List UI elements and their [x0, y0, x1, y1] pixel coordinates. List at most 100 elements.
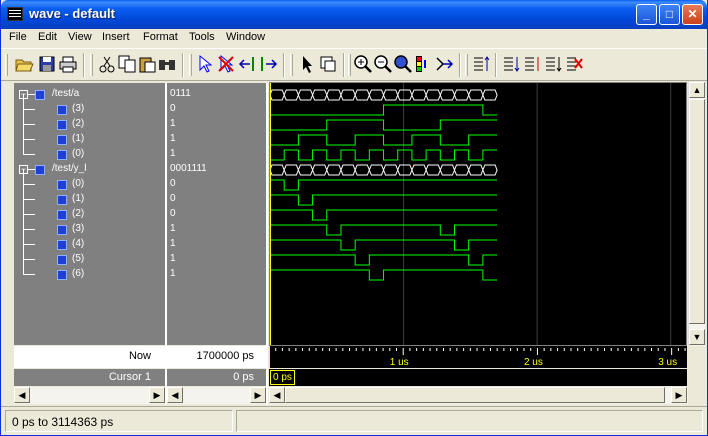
- zoom-range-icon[interactable]: [413, 54, 433, 74]
- toolbar-grip[interactable]: [465, 54, 468, 76]
- signal-name: (3): [72, 223, 85, 234]
- values-hscrollbar[interactable]: ◀ ▶: [167, 387, 266, 404]
- signal-names-pane[interactable]: −/test/a(3)(2)(1)(0)−/test/y_l(0)(1)(2)(…: [14, 83, 165, 345]
- menu-format[interactable]: Format: [143, 31, 178, 43]
- cursor-label: Cursor 1: [108, 371, 151, 383]
- time-ruler[interactable]: 1 us 2 us 3 us: [268, 346, 687, 368]
- names-hscrollbar[interactable]: ◀ ▶: [14, 387, 165, 404]
- minimize-button[interactable]: _: [636, 4, 657, 25]
- menu-view[interactable]: View: [68, 31, 92, 43]
- signal-name: /test/y_l: [52, 163, 87, 174]
- find-edge-icon[interactable]: [543, 54, 563, 74]
- values-scroll-left-button[interactable]: ◀: [167, 387, 183, 403]
- signal-value: 0001111: [170, 163, 207, 174]
- toolbar-grip[interactable]: [290, 54, 293, 76]
- bit-waveform: [270, 119, 498, 131]
- bit-waveform: [270, 134, 498, 146]
- arrow-left-icon: ◀: [273, 390, 281, 400]
- bit-signal-icon: [57, 180, 67, 190]
- wave-scroll-thumb[interactable]: [285, 387, 665, 403]
- pointer-icon[interactable]: [297, 54, 317, 74]
- delete-wave-icon[interactable]: [216, 54, 236, 74]
- signal-row[interactable]: −/test/y_l: [14, 162, 165, 177]
- bit-signal-icon: [57, 195, 67, 205]
- menu-file[interactable]: File: [9, 31, 27, 43]
- app-window: wave - default _ □ ✕ File Edit View Inse…: [0, 0, 708, 436]
- signal-values-pane[interactable]: 0111 0 1 1 1 0001111 0 0 0 1 1 1 1: [167, 83, 266, 345]
- toolbar-separator: [283, 53, 285, 77]
- scroll-up-button[interactable]: ▲: [689, 82, 705, 98]
- maximize-button[interactable]: □: [659, 4, 680, 25]
- signal-row[interactable]: (1): [14, 124, 165, 147]
- cursor-tag[interactable]: 0 ps: [270, 370, 295, 385]
- signal-row[interactable]: (3): [14, 94, 165, 117]
- toolbar-grip[interactable]: [90, 54, 93, 76]
- prev-edge-icon[interactable]: [501, 54, 521, 74]
- close-button[interactable]: ✕: [682, 4, 703, 25]
- open-folder-icon[interactable]: [14, 54, 34, 74]
- signal-row[interactable]: (1): [14, 184, 165, 207]
- zoom-full-icon[interactable]: [393, 54, 413, 74]
- scroll-thumb[interactable]: [689, 99, 705, 324]
- delete-cursor-icon[interactable]: [258, 54, 278, 74]
- menu-tools[interactable]: Tools: [189, 31, 215, 43]
- next-edge-icon[interactable]: [522, 54, 542, 74]
- clear-icon[interactable]: [564, 54, 584, 74]
- toolbar-grip[interactable]: [189, 54, 192, 76]
- goto-icon[interactable]: [434, 54, 454, 74]
- signal-row[interactable]: −/test/a: [14, 87, 165, 102]
- toolbar-grip[interactable]: [348, 54, 351, 76]
- toolbar-separator: [83, 53, 85, 77]
- insert-cursor-icon[interactable]: [238, 54, 258, 74]
- values-scroll-right-button[interactable]: ▶: [250, 387, 266, 403]
- expand-icon[interactable]: [471, 54, 491, 74]
- signal-row[interactable]: (2): [14, 109, 165, 132]
- signal-name: (2): [72, 208, 85, 219]
- copy-icon[interactable]: [117, 54, 137, 74]
- wave-scroll-right-button[interactable]: ▶: [671, 387, 687, 403]
- signal-row[interactable]: (0): [14, 169, 165, 192]
- signal-row[interactable]: (6): [14, 259, 165, 282]
- signal-name: (3): [72, 103, 85, 114]
- waveform-canvas: [269, 83, 672, 345]
- signal-row[interactable]: (2): [14, 199, 165, 222]
- status-extra: [236, 410, 703, 432]
- names-scroll-left-button[interactable]: ◀: [14, 387, 30, 403]
- pane-splitter-right[interactable]: [266, 83, 268, 405]
- bit-signal-icon: [57, 120, 67, 130]
- signal-name: (1): [72, 133, 85, 144]
- cut-icon[interactable]: [97, 54, 117, 74]
- bit-waveform: [270, 209, 498, 221]
- signal-row[interactable]: (3): [14, 214, 165, 237]
- toolbar-grip[interactable]: [5, 54, 8, 76]
- paste-icon[interactable]: [137, 54, 157, 74]
- signal-row[interactable]: (5): [14, 244, 165, 267]
- find-icon[interactable]: [157, 54, 177, 74]
- signal-name: (0): [72, 178, 85, 189]
- signal-value: 1: [170, 148, 176, 159]
- print-icon[interactable]: [58, 54, 78, 74]
- toolbar-separator: [495, 53, 497, 77]
- signal-row[interactable]: (0): [14, 139, 165, 162]
- signal-value: 0: [170, 208, 176, 219]
- zoom-out-icon[interactable]: [373, 54, 393, 74]
- zoom-in-icon[interactable]: [353, 54, 373, 74]
- waveform-pane[interactable]: [269, 82, 687, 346]
- cursor-value-cell: 0 ps: [167, 369, 266, 386]
- menu-insert[interactable]: Insert: [102, 31, 130, 43]
- zoom-mode-icon[interactable]: [318, 54, 338, 74]
- names-scroll-right-button[interactable]: ▶: [149, 387, 165, 403]
- vertical-scrollbar[interactable]: ▲ ▼: [688, 82, 705, 347]
- toolbar-separator: [182, 53, 184, 77]
- wave-hscrollbar[interactable]: ◀ ▶: [269, 387, 688, 404]
- arrow-right-icon: ▶: [675, 390, 683, 400]
- menu-edit[interactable]: Edit: [38, 31, 57, 43]
- save-icon[interactable]: [37, 54, 57, 74]
- cursor-strip[interactable]: 0 ps: [269, 369, 687, 386]
- title-bar[interactable]: wave - default _ □ ✕: [1, 0, 707, 29]
- select-icon[interactable]: [195, 54, 215, 74]
- signal-row[interactable]: (4): [14, 229, 165, 252]
- menu-window[interactable]: Window: [226, 31, 265, 43]
- scroll-down-button[interactable]: ▼: [689, 329, 705, 345]
- wave-scroll-left-button[interactable]: ◀: [269, 387, 285, 403]
